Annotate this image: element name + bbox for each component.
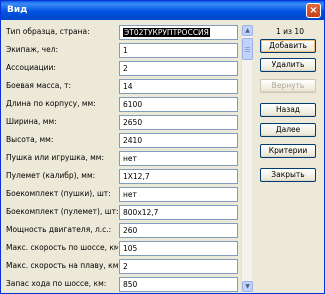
field-value: 2 [123, 64, 128, 73]
field-row: Макс. скорость на плаву, км/ч: 2 [6, 259, 238, 276]
field-row: Ширина, мм: 2650 [6, 115, 238, 132]
field-row: Тип образца, страна: ЭТ02ТУКРУПТРОССИЯ [6, 25, 238, 42]
field-row: Боевая масса, т: 14 [6, 79, 238, 96]
field-row: Мощность двигателя, л.с.: 260 [6, 223, 238, 240]
field-input[interactable]: ЭТ02ТУКРУПТРОССИЯ [119, 25, 238, 40]
field-label: Макс. скорость на плаву, км/ч: [6, 261, 118, 270]
record-counter: 1 из 10 [276, 27, 304, 36]
field-input[interactable]: 260 [119, 223, 238, 238]
criteria-button[interactable]: Критерии [260, 144, 316, 158]
field-value: нет [123, 190, 137, 199]
field-value: 260 [123, 226, 138, 235]
window-title: Вид [7, 5, 28, 15]
add-button[interactable]: Добавить [260, 39, 316, 53]
field-label: Длина по корпусу, мм: [6, 99, 96, 108]
scroll-thumb[interactable] [242, 38, 253, 60]
field-label: Пулемет (калибр), мм: [6, 171, 96, 180]
field-row: Высота, мм: 2410 [6, 133, 238, 150]
field-value: 2410 [123, 136, 143, 145]
field-value: ЭТ02ТУКРУПТРОССИЯ [123, 28, 210, 37]
field-label: Боевая масса, т: [6, 81, 72, 90]
field-row: Пушка или игрушка, мм: нет [6, 151, 238, 168]
field-row: Пулемет (калибр), мм: 1Х12,7 [6, 169, 238, 186]
dialog-window: Вид × Тип образца, страна: ЭТ02ТУКРУПТРОС… [0, 0, 325, 294]
field-value: 850 [123, 280, 138, 289]
form-area: Тип образца, страна: ЭТ02ТУКРУПТРОССИЯ Эки… [4, 23, 322, 293]
field-input[interactable]: нет [119, 187, 238, 202]
field-input[interactable]: 105 [119, 241, 238, 256]
next-button[interactable]: Далее [260, 123, 316, 137]
field-input[interactable]: 2650 [119, 115, 238, 130]
field-input[interactable]: 2410 [119, 133, 238, 148]
field-label: Боекомплект (пушки), шт: [6, 189, 111, 198]
field-value: 1Х12,7 [123, 172, 150, 181]
field-value: 14 [123, 82, 133, 91]
field-value: 105 [123, 244, 138, 253]
field-row: Ассоциации: 2 [6, 61, 238, 78]
field-value: 2 [123, 262, 128, 271]
field-row: Боекомплект (пушки), шт: нет [6, 187, 238, 204]
field-input[interactable]: 800х12,7 [119, 205, 238, 220]
field-input[interactable]: 14 [119, 79, 238, 94]
revert-button[interactable]: Вернуть [260, 79, 316, 93]
scroll-up-button[interactable]: ▲ [242, 25, 253, 36]
field-value: 6100 [123, 100, 143, 109]
field-input[interactable]: 2 [119, 61, 238, 76]
field-label: Экипаж, чел: [6, 45, 59, 54]
field-input[interactable]: 6100 [119, 97, 238, 112]
field-label: Высота, мм: [6, 135, 54, 144]
field-input[interactable]: 850 [119, 277, 238, 292]
title-bar[interactable]: Вид × [1, 1, 324, 20]
field-input[interactable]: нет [119, 151, 238, 166]
field-label: Мощность двигателя, л.с.: [6, 225, 112, 234]
back-button[interactable]: Назад [260, 103, 316, 117]
field-value: 2650 [123, 118, 143, 127]
field-value: 1 [123, 46, 128, 55]
field-row: Экипаж, чел: 1 [6, 43, 238, 60]
field-label: Запас хода по шоссе, км: [6, 279, 107, 288]
field-input[interactable]: 2 [119, 259, 238, 274]
vertical-scrollbar[interactable]: ▲ ▼ [241, 25, 253, 293]
scroll-down-button[interactable]: ▼ [242, 281, 253, 292]
field-label: Пушка или игрушка, мм: [6, 153, 104, 162]
field-row: Макс. скорость по шоссе, км/ч: 105 [6, 241, 238, 258]
field-label: Ширина, мм: [6, 117, 57, 126]
field-label: Тип образца, страна: [6, 27, 90, 36]
close-button[interactable]: Закрыть [260, 168, 316, 182]
delete-button[interactable]: Удалить [260, 58, 316, 72]
field-label: Ассоциации: [6, 63, 56, 72]
field-label: Боекомплект (пулемет), шт: [6, 207, 118, 216]
field-value: 800х12,7 [123, 208, 159, 217]
close-button[interactable]: × [306, 3, 321, 18]
field-label: Макс. скорость по шоссе, км/ч: [6, 243, 118, 252]
field-row: Длина по корпусу, мм: 6100 [6, 97, 238, 114]
field-input[interactable]: 1Х12,7 [119, 169, 238, 184]
field-row: Запас хода по шоссе, км: 850 [6, 277, 238, 294]
field-value: нет [123, 154, 137, 163]
field-row: Боекомплект (пулемет), шт: 800х12,7 [6, 205, 238, 222]
field-input[interactable]: 1 [119, 43, 238, 58]
